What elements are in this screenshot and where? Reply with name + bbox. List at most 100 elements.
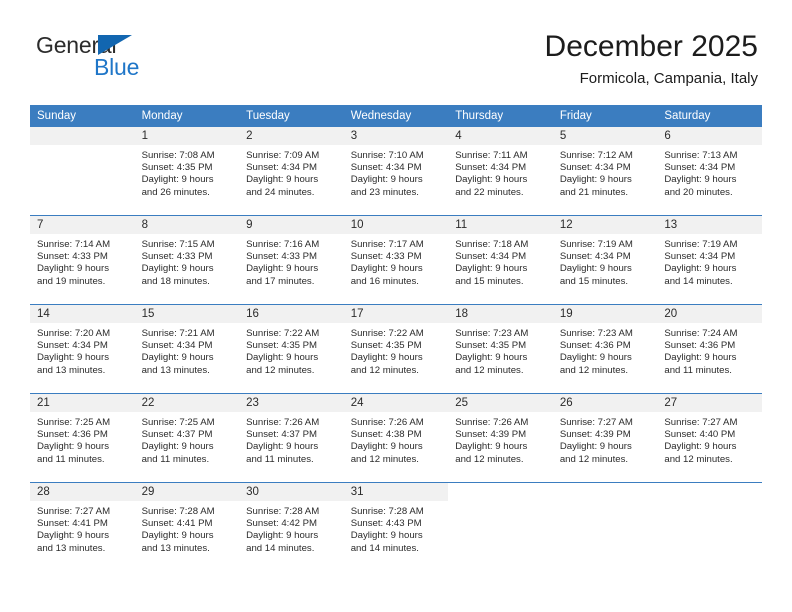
day-cell-empty [552, 482, 658, 571]
sunset-text: Sunset: 4:33 PM [246, 251, 318, 263]
sunrise-text: Sunrise: 7:22 AM [246, 328, 320, 339]
day-number: 31 [343, 483, 449, 501]
day-cell[interactable]: 27 Sunrise: 7:27 AM Sunset: 4:40 PM Dayligh… [657, 393, 762, 483]
day-number: 13 [657, 216, 762, 234]
day-cell[interactable]: 24 Sunrise: 7:26 AM Sunset: 4:38 PM Dayligh… [343, 393, 449, 483]
day-cell[interactable]: 3 Sunrise: 7:10 AM Sunset: 4:34 PM Daylight… [343, 127, 449, 216]
sunset-text: Sunset: 4:34 PM [37, 340, 108, 352]
day-cell[interactable]: 5 Sunrise: 7:12 AM Sunset: 4:34 PM Daylight… [552, 127, 658, 216]
daylight-text: Daylight: 9 hours [559, 441, 632, 453]
day-cell[interactable]: 29 Sunrise: 7:28 AM Sunset: 4:41 PM Dayligh… [134, 482, 240, 571]
day-details: Sunrise: 7:13 AM Sunset: 4:34 PM Daylight:… [657, 145, 762, 199]
day-cell[interactable]: 6 Sunrise: 7:13 AM Sunset: 4:34 PM Daylight… [657, 127, 762, 216]
day-cell-inner: 11 Sunrise: 7:18 AM Sunset: 4:34 PM Dayligh… [448, 216, 553, 304]
sunset-text: Sunset: 4:34 PM [664, 251, 736, 263]
day-cell[interactable]: 30 Sunrise: 7:28 AM Sunset: 4:42 PM Dayligh… [239, 482, 344, 571]
day-cell[interactable]: 14 Sunrise: 7:20 AM Sunset: 4:34 PM Dayligh… [30, 304, 135, 394]
day-cell[interactable]: 25 Sunrise: 7:26 AM Sunset: 4:39 PM Dayligh… [448, 393, 553, 483]
day-number: 16 [239, 305, 344, 323]
daylight-text: Daylight: 9 hours [455, 263, 528, 275]
day-cell-inner: 27 Sunrise: 7:27 AM Sunset: 4:40 PM Dayligh… [657, 394, 762, 482]
day-number: 20 [657, 305, 762, 323]
day-details: Sunrise: 7:28 AM Sunset: 4:41 PM Daylight:… [135, 501, 240, 555]
daylight-text: Daylight: 9 hours [141, 263, 214, 275]
day-cell[interactable]: 9 Sunrise: 7:16 AM Sunset: 4:33 PM Daylight… [239, 215, 344, 305]
daylight-text: and 17 minutes. [246, 275, 315, 287]
day-cell-empty [448, 482, 553, 571]
sunrise-text: Sunrise: 7:28 AM [350, 506, 424, 517]
day-cell-inner: 4 Sunrise: 7:11 AM Sunset: 4:34 PM Daylight… [448, 127, 553, 215]
day-cell[interactable]: 18 Sunrise: 7:23 AM Sunset: 4:35 PM Dayligh… [448, 304, 553, 394]
sunset-text: Sunset: 4:39 PM [455, 429, 527, 441]
day-cell[interactable]: 19 Sunrise: 7:23 AM Sunset: 4:36 PM Dayligh… [552, 304, 658, 394]
daylight-text: Daylight: 9 hours [664, 352, 737, 364]
general-blue-logo[interactable]: General Blue [34, 32, 214, 88]
day-number: 2 [239, 127, 344, 145]
day-cell-inner: 19 Sunrise: 7:23 AM Sunset: 4:36 PM Dayligh… [552, 305, 658, 393]
day-cell[interactable]: 11 Sunrise: 7:18 AM Sunset: 4:34 PM Dayligh… [448, 215, 553, 305]
day-cell[interactable]: 23 Sunrise: 7:26 AM Sunset: 4:37 PM Dayligh… [239, 393, 344, 483]
day-cell[interactable]: 21 Sunrise: 7:25 AM Sunset: 4:36 PM Dayligh… [30, 393, 135, 483]
day-cell[interactable]: 1 Sunrise: 7:08 AM Sunset: 4:35 PM Daylight… [134, 127, 240, 216]
day-details: Sunrise: 7:25 AM Sunset: 4:36 PM Daylight:… [30, 412, 135, 466]
day-details: Sunrise: 7:22 AM Sunset: 4:35 PM Daylight:… [344, 323, 449, 377]
daylight-text: Daylight: 9 hours [559, 263, 632, 275]
day-cell[interactable]: 31 Sunrise: 7:28 AM Sunset: 4:43 PM Dayligh… [343, 482, 449, 571]
title-block: December 2025 Formicola, Campania, Italy [545, 28, 758, 90]
daylight-text: Daylight: 9 hours [350, 174, 423, 186]
day-cell[interactable]: 2 Sunrise: 7:09 AM Sunset: 4:34 PM Daylight… [239, 127, 344, 216]
daylight-text: Daylight: 9 hours [246, 263, 319, 275]
calendar-body: 1 Sunrise: 7:08 AM Sunset: 4:35 PM Daylight… [30, 127, 762, 571]
daylight-text: and 12 minutes. [350, 453, 419, 465]
sunrise-text: Sunrise: 7:23 AM [559, 328, 633, 339]
day-number: 7 [30, 216, 135, 234]
day-details: Sunrise: 7:27 AM Sunset: 4:40 PM Daylight:… [657, 412, 762, 466]
sunrise-text: Sunrise: 7:25 AM [37, 417, 111, 428]
daylight-text: Daylight: 9 hours [559, 174, 632, 186]
sunset-text: Sunset: 4:34 PM [246, 162, 318, 174]
day-cell[interactable]: 13 Sunrise: 7:19 AM Sunset: 4:34 PM Dayligh… [657, 215, 762, 305]
day-details: Sunrise: 7:12 AM Sunset: 4:34 PM Daylight:… [553, 145, 658, 199]
daylight-text: and 13 minutes. [37, 364, 106, 376]
sunrise-text: Sunrise: 7:26 AM [350, 417, 424, 428]
day-cell-inner: 20 Sunrise: 7:24 AM Sunset: 4:36 PM Dayligh… [657, 305, 762, 393]
sunset-text: Sunset: 4:40 PM [664, 429, 736, 441]
day-cell[interactable]: 8 Sunrise: 7:15 AM Sunset: 4:33 PM Daylight… [134, 215, 240, 305]
day-number: 11 [448, 216, 553, 234]
day-cell-inner: 7 Sunrise: 7:14 AM Sunset: 4:33 PM Daylight… [30, 216, 135, 304]
day-cell-inner: 8 Sunrise: 7:15 AM Sunset: 4:33 PM Daylight… [134, 216, 240, 304]
calendar-page: General Blue December 2025 Formicola, Ca… [0, 0, 792, 612]
day-details: Sunrise: 7:17 AM Sunset: 4:33 PM Daylight:… [344, 234, 449, 288]
daylight-text: Daylight: 9 hours [141, 174, 214, 186]
day-cell[interactable]: 17 Sunrise: 7:22 AM Sunset: 4:35 PM Dayligh… [343, 304, 449, 394]
day-cell[interactable]: 20 Sunrise: 7:24 AM Sunset: 4:36 PM Dayligh… [657, 304, 762, 394]
calendar-grid: Sunday Monday Tuesday Wednesday Thursday Frid… [30, 105, 762, 571]
day-cell[interactable]: 16 Sunrise: 7:22 AM Sunset: 4:35 PM Dayligh… [239, 304, 344, 394]
day-number: 1 [134, 127, 240, 145]
day-cell[interactable]: 12 Sunrise: 7:19 AM Sunset: 4:34 PM Dayligh… [552, 215, 658, 305]
day-number: 26 [552, 394, 658, 412]
page-header: General Blue December 2025 Formicola, Ca… [34, 28, 758, 98]
sunrise-text: Sunrise: 7:26 AM [246, 417, 320, 428]
sunset-text: Sunset: 4:41 PM [141, 518, 213, 530]
day-cell-inner: 10 Sunrise: 7:17 AM Sunset: 4:33 PM Dayligh… [343, 216, 449, 304]
sunset-text: Sunset: 4:33 PM [37, 251, 108, 263]
daylight-text: and 13 minutes. [141, 542, 210, 554]
day-cell[interactable]: 28 Sunrise: 7:27 AM Sunset: 4:41 PM Dayligh… [30, 482, 135, 571]
day-cell[interactable]: 10 Sunrise: 7:17 AM Sunset: 4:33 PM Dayligh… [343, 215, 449, 305]
day-cell[interactable]: 4 Sunrise: 7:11 AM Sunset: 4:34 PM Daylight… [448, 127, 553, 216]
day-number: 14 [30, 305, 135, 323]
weekday-header-thursday: Thursday [448, 105, 553, 127]
calendar-header-row: Sunday Monday Tuesday Wednesday Thursday Frid… [30, 105, 762, 127]
daylight-text: and 23 minutes. [350, 186, 419, 198]
day-cell[interactable]: 26 Sunrise: 7:27 AM Sunset: 4:39 PM Dayligh… [552, 393, 658, 483]
sunrise-text: Sunrise: 7:19 AM [664, 239, 738, 250]
day-cell-empty [30, 127, 135, 216]
day-cell[interactable]: 15 Sunrise: 7:21 AM Sunset: 4:34 PM Dayligh… [134, 304, 240, 394]
sunset-text: Sunset: 4:34 PM [559, 162, 631, 174]
day-cell[interactable]: 7 Sunrise: 7:14 AM Sunset: 4:33 PM Daylight… [30, 215, 135, 305]
daylight-text: Daylight: 9 hours [664, 441, 737, 453]
day-cell[interactable]: 22 Sunrise: 7:25 AM Sunset: 4:37 PM Dayligh… [134, 393, 240, 483]
sunset-text: Sunset: 4:43 PM [350, 518, 422, 530]
weekday-header-tuesday: Tuesday [239, 105, 344, 127]
